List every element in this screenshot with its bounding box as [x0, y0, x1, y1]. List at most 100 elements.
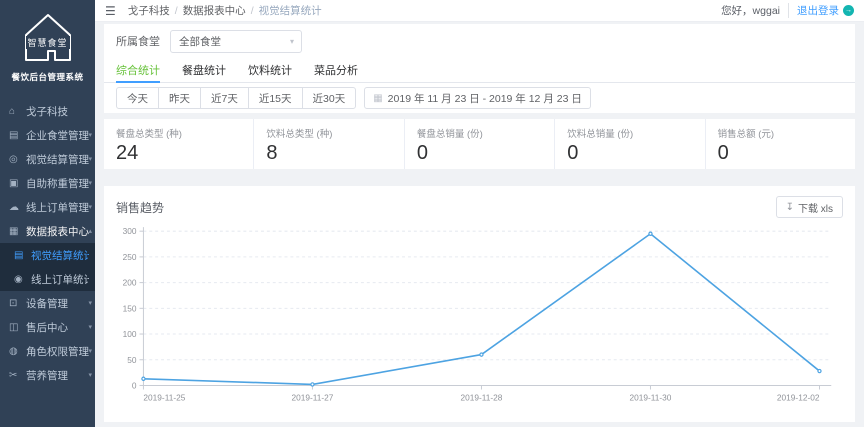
nutrition-icon: ✂ — [9, 370, 22, 381]
topbar: ☰ 戈子科技 / 数据报表中心 / 视觉结算统计 您好，wggai 退出登录 → — [95, 0, 864, 22]
logout-power-icon[interactable]: → — [843, 5, 854, 16]
svg-text:2019-11-28: 2019-11-28 — [460, 393, 502, 403]
chevron-down-icon: ▾ — [88, 131, 92, 139]
sales-trend-panel: 销售趋势 ↧ 下载 xls 0501001502002503002019-11-… — [104, 186, 855, 422]
range-7days-button[interactable]: 近7天 — [200, 87, 249, 109]
svg-text:50: 50 — [127, 355, 137, 365]
chevron-down-icon: ▾ — [88, 323, 92, 331]
sidebar-submenu-data-report: ▤ 视觉结算统计 ◉ 线上订单统计 — [0, 243, 95, 291]
stat-card-sales-amount: 销售总额 (元) 0 — [706, 119, 855, 169]
download-xls-button[interactable]: ↧ 下载 xls — [776, 196, 843, 218]
hamburger-icon[interactable]: ☰ — [105, 4, 116, 18]
tab-dish-analysis[interactable]: 菜品分析 — [314, 58, 358, 82]
svg-text:2019-11-27: 2019-11-27 — [291, 393, 333, 403]
canteen-select[interactable]: 全部食堂 ▾ — [170, 30, 302, 53]
stat-tabs: 综合统计 餐盘统计 饮料统计 菜品分析 — [104, 58, 855, 83]
chart-title: 销售趋势 — [116, 199, 164, 216]
stat-card-drink-types: 饮料总类型 (种) 8 — [254, 119, 404, 169]
breadcrumb: 戈子科技 / 数据报表中心 / 视觉结算统计 — [128, 3, 322, 18]
svg-text:200: 200 — [123, 278, 137, 288]
chevron-down-icon: ▾ — [88, 155, 92, 163]
stat-card-plate-types: 餐盘总类型 (种) 24 — [104, 119, 254, 169]
content: 所属食堂 全部食堂 ▾ 综合统计 餐盘统计 饮料统计 菜品分析 今天 昨天 — [95, 22, 864, 427]
logout-link[interactable]: 退出登录 — [788, 3, 839, 18]
aftersales-icon: ◫ — [9, 322, 22, 333]
canteen-icon: ▤ — [9, 130, 22, 141]
sidebar-item-aftersales-center[interactable]: ◫ 售后中心 ▾ — [0, 315, 95, 339]
vision-icon: ◎ — [9, 154, 22, 165]
sidebar-item-online-order-mgmt[interactable]: ☁ 线上订单管理 ▾ — [0, 195, 95, 219]
user-greeting: 您好，wggai — [721, 3, 780, 18]
chevron-down-icon: ▾ — [88, 371, 92, 379]
stat-card-drink-sales: 饮料总销量 (份) 0 — [555, 119, 705, 169]
stats-panel: 餐盘总类型 (种) 24 饮料总类型 (种) 8 餐盘总销量 (份) 0 饮料总… — [104, 119, 855, 169]
svg-text:2019-12-02: 2019-12-02 — [777, 393, 820, 403]
filter-panel: 所属食堂 全部食堂 ▾ 综合统计 餐盘统计 饮料统计 菜品分析 今天 昨天 — [104, 24, 855, 113]
order-stats-icon: ◉ — [14, 274, 27, 285]
stats-icon: ▤ — [14, 250, 27, 261]
logo: 智慧食堂 餐饮后台管理系统 — [0, 0, 95, 89]
stat-value: 8 — [266, 142, 403, 165]
date-filter-row: 今天 昨天 近7天 近15天 近30天 ▦ 2019 年 11 月 23 日 -… — [104, 83, 855, 113]
svg-text:150: 150 — [123, 303, 137, 313]
date-range-picker[interactable]: ▦ 2019 年 11 月 23 日 - 2019 年 12 月 23 日 — [364, 87, 591, 109]
canteen-filter-row: 所属食堂 全部食堂 ▾ — [104, 24, 855, 58]
company-icon: ⌂ — [9, 106, 22, 117]
logo-subtitle: 餐饮后台管理系统 — [0, 71, 95, 83]
quick-range-group: 今天 昨天 近7天 近15天 近30天 — [116, 87, 356, 109]
cloud-icon: ☁ — [9, 202, 22, 213]
sidebar-item-role-permission-mgmt[interactable]: ◍ 角色权限管理 ▾ — [0, 339, 95, 363]
user-area: 您好，wggai 退出登录 → — [721, 3, 854, 18]
breadcrumb-item[interactable]: 数据报表中心 — [183, 3, 246, 18]
chevron-down-icon: ▾ — [88, 299, 92, 307]
stat-value: 24 — [116, 142, 253, 165]
logo-title: 智慧食堂 — [25, 36, 69, 49]
svg-text:250: 250 — [123, 252, 137, 262]
range-15days-button[interactable]: 近15天 — [248, 87, 303, 109]
date-range-value: 2019 年 11 月 23 日 - 2019 年 12 月 23 日 — [388, 91, 582, 106]
tab-overall-stats[interactable]: 综合统计 — [116, 58, 160, 82]
sidebar-subitem-online-order-stats[interactable]: ◉ 线上订单统计 — [0, 267, 95, 291]
logo-house-icon: 智慧食堂 — [17, 10, 79, 66]
weigh-icon: ▣ — [9, 178, 22, 189]
sidebar-item-nutrition-mgmt[interactable]: ✂ 营养管理 ▾ — [0, 363, 95, 387]
sidebar-item-device-mgmt[interactable]: ⊡ 设备管理 ▾ — [0, 291, 95, 315]
sidebar-item-self-weigh-mgmt[interactable]: ▣ 自助称重管理 ▾ — [0, 171, 95, 195]
sales-trend-chart: 0501001502002503002019-11-252019-11-2720… — [116, 219, 843, 422]
breadcrumb-current: 视觉结算统计 — [259, 3, 322, 18]
chevron-down-icon: ▾ — [88, 179, 92, 187]
report-icon: ▦ — [9, 226, 22, 237]
sidebar-menu: ⌂ 戈子科技 ▤ 企业食堂管理 ▾ ◎ 视觉结算管理 ▾ ▣ 自助称重管理 ▾ … — [0, 99, 95, 387]
sidebar-item-data-report-center[interactable]: ▦ 数据报表中心 ▴ — [0, 219, 95, 243]
breadcrumb-separator: / — [175, 5, 178, 17]
svg-text:2019-11-30: 2019-11-30 — [630, 393, 672, 403]
sidebar-item-vision-settle-mgmt[interactable]: ◎ 视觉结算管理 ▾ — [0, 147, 95, 171]
breadcrumb-item[interactable]: 戈子科技 — [128, 3, 170, 18]
sidebar-subitem-vision-settle-stats[interactable]: ▤ 视觉结算统计 — [0, 243, 95, 267]
stat-value: 0 — [718, 142, 855, 165]
chevron-up-icon: ▴ — [88, 227, 92, 235]
device-icon: ⊡ — [9, 298, 22, 309]
chevron-down-icon: ▾ — [88, 203, 92, 211]
sidebar: 智慧食堂 餐饮后台管理系统 ⌂ 戈子科技 ▤ 企业食堂管理 ▾ ◎ 视觉结算管理… — [0, 0, 95, 427]
chevron-down-icon: ▾ — [290, 37, 294, 46]
role-icon: ◍ — [9, 346, 22, 357]
download-icon: ↧ — [786, 202, 794, 213]
main-area: ☰ 戈子科技 / 数据报表中心 / 视觉结算统计 您好，wggai 退出登录 →… — [95, 0, 864, 427]
chevron-down-icon: ▾ — [88, 347, 92, 355]
tab-drink-stats[interactable]: 饮料统计 — [248, 58, 292, 82]
range-yesterday-button[interactable]: 昨天 — [158, 87, 201, 109]
tab-plate-stats[interactable]: 餐盘统计 — [182, 58, 226, 82]
sidebar-item-company[interactable]: ⌂ 戈子科技 — [0, 99, 95, 123]
breadcrumb-separator: / — [251, 5, 254, 17]
stat-value: 0 — [567, 142, 704, 165]
svg-text:100: 100 — [123, 329, 137, 339]
svg-text:300: 300 — [123, 226, 137, 236]
chart-header: 销售趋势 ↧ 下载 xls — [116, 195, 843, 219]
stat-card-plate-sales: 餐盘总销量 (份) 0 — [405, 119, 555, 169]
range-30days-button[interactable]: 近30天 — [302, 87, 357, 109]
svg-text:2019-11-25: 2019-11-25 — [143, 393, 185, 403]
sidebar-item-canteen-mgmt[interactable]: ▤ 企业食堂管理 ▾ — [0, 123, 95, 147]
range-today-button[interactable]: 今天 — [116, 87, 159, 109]
canteen-select-value: 全部食堂 — [179, 34, 221, 49]
